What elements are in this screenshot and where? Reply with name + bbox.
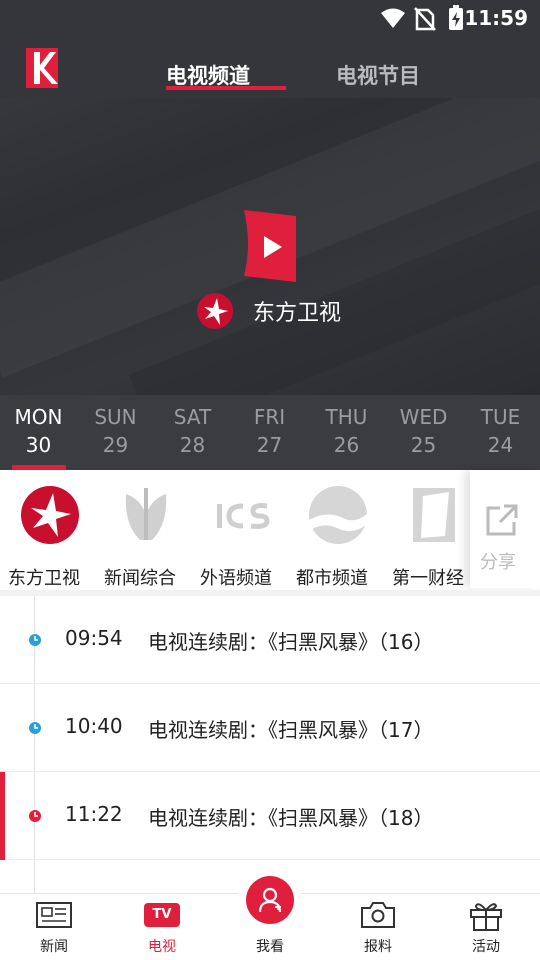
- date-tab-tue-24[interactable]: TUE 24: [462, 395, 539, 470]
- play-button[interactable]: [240, 208, 300, 288]
- dragon-tv-icon: [19, 484, 81, 550]
- nav-activity[interactable]: 活动: [432, 894, 540, 960]
- live-indicator: [0, 772, 5, 860]
- channel-item-finance[interactable]: 第一财经: [384, 470, 484, 590]
- program-row[interactable]: 10:40 电视连续剧：《扫黑风暴》（17）: [0, 684, 540, 772]
- my-watch-button[interactable]: [246, 876, 294, 924]
- program-row[interactable]: 09:54 电视连续剧：《扫黑风暴》（16）: [0, 596, 540, 684]
- date-tab-wed-25[interactable]: WED 25: [385, 395, 462, 470]
- user-icon: [258, 887, 282, 913]
- wifi-icon: [380, 7, 406, 33]
- date-tab-mon-30[interactable]: MON 30: [0, 395, 77, 470]
- clock: 11:59: [464, 6, 528, 30]
- news-channel-icon: [118, 484, 174, 550]
- share-button[interactable]: 分享: [470, 470, 540, 588]
- program-title: 电视连续剧：《扫黑风暴》（17）: [148, 718, 434, 742]
- share-icon: [484, 502, 520, 542]
- tab-tv-programs[interactable]: 电视节目: [336, 60, 420, 90]
- nav-report[interactable]: 报料: [324, 894, 432, 960]
- date-tab-sat-28[interactable]: SAT 28: [154, 395, 231, 470]
- program-time: 10:40: [65, 714, 123, 738]
- nav-news[interactable]: 新闻: [0, 894, 108, 960]
- app-logo: [24, 46, 60, 94]
- program-time: 09:54: [65, 626, 123, 650]
- clock-icon: [28, 808, 42, 827]
- date-tab-fri-27[interactable]: FRI 27: [231, 395, 308, 470]
- clock-icon: [28, 720, 42, 739]
- clock-icon: [28, 632, 42, 651]
- channel-list[interactable]: 东方卫视 新闻综合 外语频道 都市频道 第一财经: [0, 470, 540, 590]
- program-time: 11:22: [65, 802, 123, 826]
- program-schedule: 09:54 电视连续剧：《扫黑风暴》（16） 10:40 电视连续剧：《扫黑风暴…: [0, 596, 540, 893]
- finance-channel-icon: [409, 484, 459, 550]
- channel-item-news[interactable]: 新闻综合: [96, 470, 196, 590]
- city-channel-icon: [307, 484, 369, 550]
- gift-icon: [468, 900, 504, 936]
- ics-icon: [213, 484, 271, 550]
- channel-item-dragon-tv[interactable]: 东方卫视: [0, 470, 100, 590]
- camera-icon: [359, 900, 397, 934]
- current-channel-name: 东方卫视: [253, 301, 342, 326]
- newspaper-icon: [35, 900, 73, 934]
- channel-item-city[interactable]: 都市频道: [288, 470, 388, 590]
- tv-icon: TV: [144, 903, 180, 927]
- dragon-tv-logo-icon: [196, 292, 234, 334]
- status-bar: 11:59: [0, 0, 540, 36]
- program-title: 电视连续剧：《扫黑风暴》（18）: [148, 806, 434, 830]
- date-selector: MON 30 SUN 29 SAT 28 FRI 27 THU 26 WED 2…: [0, 395, 540, 470]
- battery-charging-icon: [448, 5, 464, 35]
- program-row-live[interactable]: 11:22 电视连续剧：《扫黑风暴》（18）: [0, 772, 540, 860]
- program-title: 电视连续剧：《扫黑风暴》（16）: [148, 630, 434, 654]
- tv-badge: TV: [144, 903, 180, 927]
- no-sim-icon: [414, 7, 436, 35]
- date-tab-sun-29[interactable]: SUN 29: [77, 395, 154, 470]
- channel-item-ics[interactable]: 外语频道: [192, 470, 292, 590]
- nav-tv[interactable]: TV 电视: [108, 894, 216, 960]
- active-tab-indicator: [166, 86, 286, 90]
- date-tab-thu-26[interactable]: THU 26: [308, 395, 385, 470]
